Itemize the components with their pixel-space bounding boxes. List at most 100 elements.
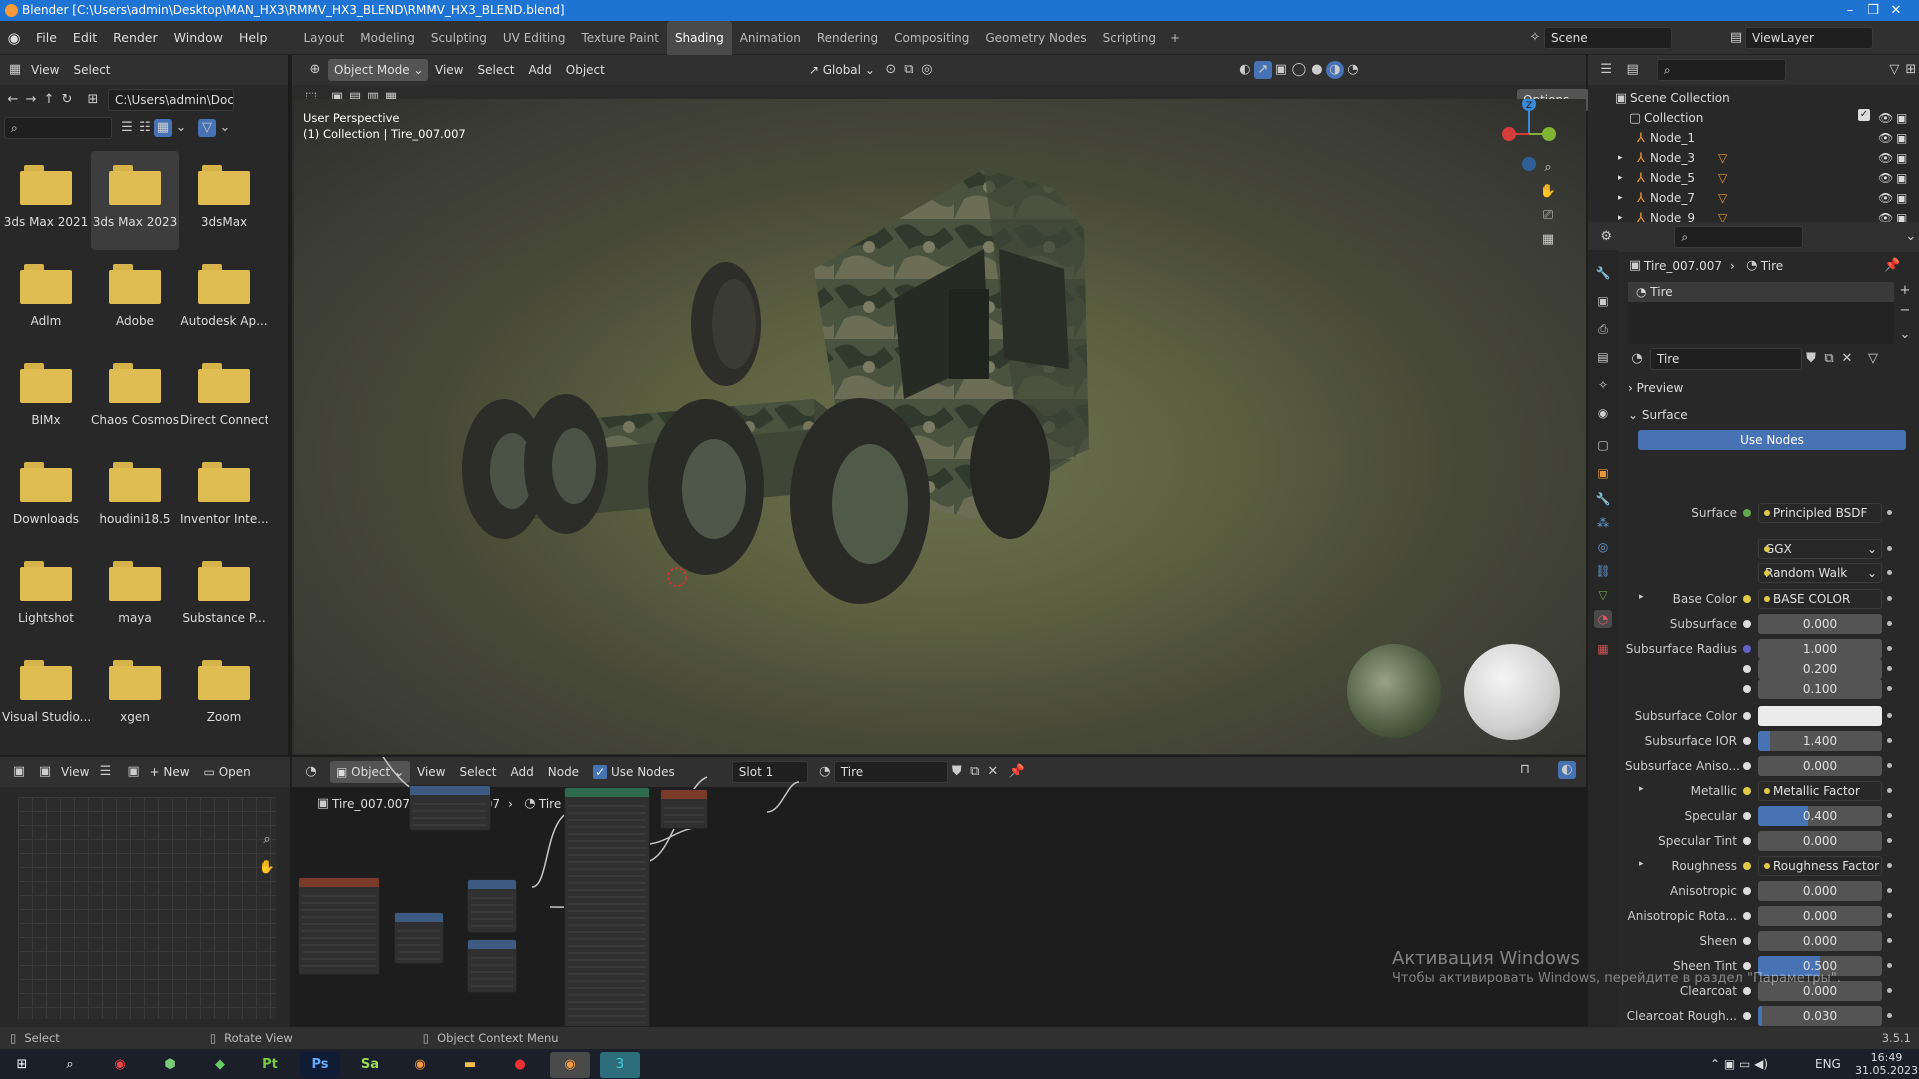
keyframe-dot-icon[interactable] bbox=[1887, 988, 1892, 993]
math-node-roughness[interactable] bbox=[467, 939, 517, 993]
socket-icon[interactable] bbox=[1743, 712, 1751, 720]
mode-dropdown[interactable]: Object Mode ⌄ bbox=[328, 59, 428, 81]
parent-dir-icon[interactable]: ↑ bbox=[40, 91, 58, 109]
scene-selector[interactable]: ✧ Scene bbox=[1526, 27, 1672, 49]
visibility-icon[interactable]: 👁 bbox=[1878, 148, 1893, 168]
tab-sculpting[interactable]: Sculpting bbox=[423, 21, 495, 55]
photoshop-icon[interactable]: Ps bbox=[300, 1052, 340, 1078]
folder-item[interactable]: Inventor Inte... bbox=[180, 448, 268, 547]
number-field[interactable]: 0.000 bbox=[1758, 614, 1882, 634]
tab-shading[interactable]: Shading bbox=[666, 20, 732, 55]
keyframe-dot-icon[interactable] bbox=[1887, 596, 1892, 601]
render-visibility-icon[interactable]: ▣ bbox=[1896, 188, 1907, 208]
keyframe-dot-icon[interactable] bbox=[1887, 646, 1892, 651]
ie-menu-view[interactable]: View bbox=[54, 757, 96, 787]
keyframe-dot-icon[interactable] bbox=[1887, 510, 1892, 515]
material-tab-icon[interactable]: ◔ bbox=[1594, 610, 1612, 628]
socket-icon[interactable] bbox=[1743, 812, 1751, 820]
output-tab-icon[interactable]: ⎙ bbox=[1594, 320, 1612, 338]
folder-item[interactable]: Autodesk Ap... bbox=[180, 250, 268, 349]
collection-render-icon[interactable]: ▣ bbox=[1896, 108, 1907, 128]
socket-icon[interactable] bbox=[1743, 645, 1751, 653]
app-red-icon[interactable]: ● bbox=[500, 1052, 540, 1078]
pin-properties-icon[interactable]: 📌 bbox=[1883, 257, 1901, 275]
outliner-search-input[interactable]: ⌕ bbox=[1656, 59, 1787, 81]
viewlayer-field[interactable]: ViewLayer bbox=[1745, 27, 1873, 49]
keyframe-dot-icon[interactable] bbox=[1887, 838, 1892, 843]
new-folder-icon[interactable]: ⊞ bbox=[84, 91, 102, 109]
fake-user-prop-icon[interactable]: ⛊ bbox=[1802, 350, 1820, 368]
keyframe-dot-icon[interactable] bbox=[1887, 963, 1892, 968]
render-tab-icon[interactable]: ▣ bbox=[1594, 292, 1612, 310]
visibility-icon[interactable]: 👁 bbox=[1878, 168, 1893, 188]
blender-menu-icon[interactable]: ◉ bbox=[0, 29, 28, 47]
collection-tab-icon[interactable]: ▢ bbox=[1594, 436, 1612, 454]
visibility-icon[interactable]: 👁 bbox=[1878, 128, 1893, 148]
socket-icon[interactable] bbox=[1743, 595, 1751, 603]
expand-arrow-icon[interactable]: ▸ bbox=[1618, 148, 1623, 168]
material-browse-prop-icon[interactable]: ◔ bbox=[1628, 350, 1646, 368]
folder-item[interactable]: 3dsMax bbox=[180, 151, 268, 250]
folder-item[interactable]: Substance P... bbox=[180, 547, 268, 646]
search-taskbar-icon[interactable]: ⌕ bbox=[50, 1052, 90, 1078]
constraints-tab-icon[interactable]: ⛓ bbox=[1594, 562, 1612, 580]
thumbnails-icon[interactable]: ▦ bbox=[154, 119, 172, 137]
socket-icon[interactable] bbox=[1743, 887, 1751, 895]
properties-type-icon[interactable]: ⚙ bbox=[1598, 228, 1614, 246]
language-indicator[interactable]: ENG bbox=[1815, 1057, 1841, 1071]
keyframe-dot-icon[interactable] bbox=[1887, 813, 1892, 818]
socket-icon[interactable] bbox=[1743, 912, 1751, 920]
number-field[interactable]: 0.100 bbox=[1758, 679, 1882, 699]
scene-collection-row[interactable]: ▣ Scene Collection bbox=[1588, 88, 1919, 108]
display-dropdown-icon[interactable]: ⌄ bbox=[172, 119, 190, 137]
expand-arrow-icon[interactable]: ▸ bbox=[1618, 188, 1623, 208]
viewport-canvas[interactable]: User Perspective (1) Collection | Tire_0… bbox=[294, 99, 1586, 754]
list-vertical-icon[interactable]: ☰ bbox=[118, 119, 136, 137]
folder-item[interactable]: xgen bbox=[91, 646, 179, 745]
zoom-icon[interactable]: ⌕ bbox=[1539, 159, 1557, 177]
folder-item[interactable]: 3ds Max 2023 bbox=[91, 151, 179, 250]
image-canvas[interactable] bbox=[18, 797, 276, 1019]
dropdown-field[interactable]: Random Walk ⌄ bbox=[1758, 563, 1882, 583]
gizmo-icon[interactable]: ↗ bbox=[1253, 61, 1272, 79]
socket-icon[interactable] bbox=[1743, 685, 1751, 693]
pivot-icon[interactable]: ⊙ bbox=[882, 61, 900, 79]
number-field[interactable]: 0.030 bbox=[1758, 1006, 1882, 1026]
clock[interactable]: 16:49 31.05.2023 bbox=[1855, 1051, 1918, 1077]
preview-panel-header[interactable]: › Preview bbox=[1628, 377, 1913, 399]
editor-type-icon[interactable]: ▦ bbox=[6, 61, 24, 79]
solid-shading-icon[interactable]: ● bbox=[1308, 61, 1326, 79]
keyframe-dot-icon[interactable] bbox=[1887, 738, 1892, 743]
collection-visibility-icon[interactable]: 👁 bbox=[1878, 108, 1893, 128]
number-field[interactable]: 0.000 bbox=[1758, 831, 1882, 851]
data-tab-icon[interactable]: ▽ bbox=[1594, 586, 1612, 604]
socket-icon[interactable] bbox=[1743, 862, 1751, 870]
vp-menu-object[interactable]: Object bbox=[559, 55, 612, 85]
outliner-type-icon[interactable]: ☰ bbox=[1598, 61, 1614, 79]
material-slot-item[interactable]: ◔ Tire bbox=[1628, 282, 1894, 302]
collection-row[interactable]: ▢ Collection ✓ 👁 ▣ bbox=[1588, 108, 1919, 128]
vp-menu-add[interactable]: Add bbox=[522, 55, 559, 85]
world-tab-icon[interactable]: ◉ bbox=[1594, 404, 1612, 422]
image-browse-icon[interactable]: ▣ bbox=[124, 763, 142, 781]
unlink-material-prop-icon[interactable]: ✕ bbox=[1838, 350, 1856, 368]
filter-dropdown-icon[interactable]: ⌄ bbox=[216, 119, 234, 137]
number-field[interactable]: 0.000 bbox=[1758, 906, 1882, 926]
path-field[interactable]: C:\Users\admin\Docu... bbox=[108, 89, 234, 111]
new-collection-icon[interactable]: ⊞ bbox=[1903, 61, 1919, 79]
blender-active-icon[interactable]: ◉ bbox=[550, 1052, 590, 1078]
keyframe-dot-icon[interactable] bbox=[1887, 913, 1892, 918]
material-output-node[interactable] bbox=[660, 789, 708, 829]
collection-checkbox[interactable]: ✓ bbox=[1858, 109, 1870, 121]
number-field[interactable]: 0.200 bbox=[1758, 659, 1882, 679]
image-texture-node[interactable] bbox=[298, 877, 380, 975]
folder-item[interactable]: Zoom bbox=[180, 646, 268, 745]
filter-icon[interactable]: ▽ bbox=[198, 119, 216, 137]
folder-item[interactable]: Direct Connect bbox=[180, 349, 268, 448]
tab-layout[interactable]: Layout bbox=[295, 21, 352, 55]
list-horizontal-icon[interactable]: ☷ bbox=[136, 119, 154, 137]
new-image-button[interactable]: + New bbox=[142, 757, 196, 787]
scene-field[interactable]: Scene bbox=[1544, 27, 1672, 49]
separate-color-node[interactable] bbox=[394, 912, 444, 964]
fb-search-input[interactable]: ⌕ bbox=[4, 117, 112, 139]
